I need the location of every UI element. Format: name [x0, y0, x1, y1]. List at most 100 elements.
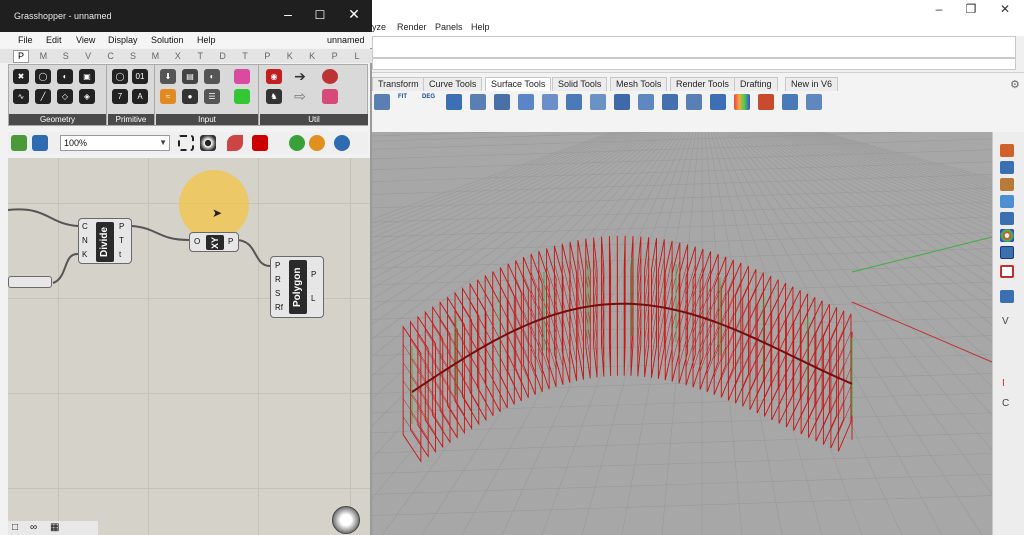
boolean-param-icon[interactable]: ◯ [112, 69, 128, 84]
curve-param-icon[interactable]: ∿ [13, 89, 29, 104]
input-port-plane[interactable]: P [275, 259, 283, 273]
eye-icon[interactable] [200, 135, 216, 151]
cherry-icon[interactable]: ◉ [266, 69, 282, 84]
gh-tab-c-4[interactable]: C [103, 51, 119, 61]
line-param-icon[interactable]: ╱ [35, 89, 51, 104]
restore-icon[interactable]: ❐ [956, 2, 986, 16]
integer-param-icon[interactable]: 01 [132, 69, 148, 84]
panel-input-icon[interactable]: ⬇ [160, 69, 176, 84]
gh-tab-k-13[interactable]: K [304, 51, 320, 61]
gh-menu-display[interactable]: Display [108, 35, 138, 45]
rebuild-icon[interactable] [446, 94, 462, 110]
gradient-input-icon[interactable] [234, 69, 250, 84]
tab-curve-tools[interactable]: Curve Tools [423, 77, 483, 91]
extend-icon[interactable] [518, 94, 534, 110]
input-port-o[interactable]: O [194, 235, 200, 249]
shrink-icon[interactable] [494, 94, 510, 110]
gh-canvas[interactable]: ➤ C N K Divide P T t O XY P P R S Rf Pol… [8, 158, 370, 535]
gh-close-icon[interactable]: ✕ [344, 6, 364, 23]
gh-tab-m-6[interactable]: M [147, 51, 163, 61]
zoom-extents-icon[interactable] [178, 135, 194, 151]
output-port-length[interactable]: L [311, 287, 316, 311]
gh-tab-m-1[interactable]: M [35, 51, 51, 61]
save-icon[interactable] [32, 135, 48, 151]
gh-tab-s-2[interactable]: S [58, 51, 74, 61]
output-port-t-lower[interactable]: t [119, 248, 124, 262]
rectangle-icon[interactable] [1000, 265, 1014, 278]
input-port-fillet[interactable]: Rf [275, 301, 283, 315]
gh-tab-v-3[interactable]: V [80, 51, 96, 61]
tab-mesh-tools[interactable]: Mesh Tools [610, 77, 668, 91]
input-port-c[interactable]: C [82, 220, 88, 234]
menu-panels[interactable]: Panels [435, 22, 463, 32]
output-port-polygon[interactable]: P [311, 263, 316, 287]
data-dam-icon[interactable]: ➔ [292, 69, 308, 84]
gh-maximize-icon[interactable]: ☐ [310, 8, 330, 22]
fillet-icon[interactable] [614, 94, 630, 110]
perspective-viewport[interactable] [372, 132, 992, 535]
navigation-widget-icon[interactable] [332, 506, 360, 534]
output-port-t[interactable]: T [119, 234, 124, 248]
chamfer-icon[interactable] [638, 94, 654, 110]
plane-param-icon[interactable]: ◈ [79, 89, 95, 104]
gh-tab-l-15[interactable]: L [349, 51, 365, 61]
gh-minimize-icon[interactable]: – [278, 6, 298, 22]
menu-help[interactable]: Help [471, 22, 490, 32]
minimize-icon[interactable]: – [924, 2, 954, 16]
pin-icon[interactable]: □ [12, 522, 18, 533]
galapagos-icon[interactable] [322, 69, 338, 84]
color-wheel-icon[interactable] [1000, 229, 1014, 242]
command-prompt[interactable] [372, 58, 1016, 70]
xy-plane-component[interactable]: O XY P [189, 232, 239, 252]
cluster-icon[interactable]: ♞ [266, 89, 282, 104]
blend-icon[interactable] [566, 94, 582, 110]
gh-tab-k-12[interactable]: K [282, 51, 298, 61]
gh-tab-t-10[interactable]: T [237, 51, 253, 61]
input-port-segments[interactable]: S [275, 287, 283, 301]
slider-input-icon[interactable]: ▤ [182, 69, 198, 84]
gh-menu-help[interactable]: Help [197, 35, 216, 45]
flask-icon[interactable] [322, 89, 338, 104]
layers-icon[interactable] [1000, 161, 1014, 174]
menu-render[interactable]: Render [397, 22, 427, 32]
curvature-icon[interactable] [758, 94, 774, 110]
tab-surface-tools[interactable]: Surface Tools [485, 77, 552, 91]
input-port-n[interactable]: N [82, 234, 88, 248]
output-port-p[interactable]: P [119, 220, 124, 234]
geometry-param-icon[interactable]: ✖ [13, 69, 29, 84]
gh-tab-p-11[interactable]: P [259, 51, 275, 61]
sketch-icon[interactable] [227, 135, 243, 151]
divide-component[interactable]: C N K Divide P T t [78, 218, 132, 264]
tab-drafting[interactable]: Drafting [734, 77, 778, 91]
named-views-icon[interactable] [1000, 212, 1014, 225]
zoom-select[interactable]: 100% ▼ [60, 135, 170, 151]
list-input-icon[interactable]: ☰ [204, 89, 220, 104]
output-port-p[interactable]: P [228, 235, 233, 249]
uv-icon[interactable] [470, 94, 486, 110]
degree-icon[interactable]: DEG [422, 94, 438, 110]
gh-tab-t-8[interactable]: T [192, 51, 208, 61]
gh-menu-file[interactable]: File [18, 35, 33, 45]
sweep-icon[interactable] [710, 94, 726, 110]
tab-transform[interactable]: Transform [372, 77, 425, 91]
flow-icon[interactable] [686, 94, 702, 110]
snap-icon[interactable] [1000, 290, 1014, 303]
folder-icon[interactable] [1000, 195, 1014, 208]
preview-icon[interactable] [252, 135, 268, 151]
image-sampler-icon[interactable] [234, 89, 250, 104]
gh-menu-solution[interactable]: Solution [151, 35, 184, 45]
surface-tool-icon[interactable] [374, 94, 390, 110]
camera-icon[interactable] [1000, 246, 1014, 259]
button-input-icon[interactable]: ● [182, 89, 198, 104]
display-icon[interactable] [1000, 178, 1014, 191]
relay-icon[interactable]: ⇨ [292, 89, 308, 104]
menu-analyze[interactable]: yze [372, 22, 386, 32]
tab-solid-tools[interactable]: Solid Tools [552, 77, 608, 91]
polygon-component[interactable]: P R S Rf Polygon P L [270, 256, 324, 318]
tab-new-in-v6[interactable]: New in V6 [785, 77, 839, 91]
gh-tab-p-0[interactable]: P [13, 50, 29, 63]
preview-wire-icon[interactable] [289, 135, 305, 151]
unroll-icon[interactable] [662, 94, 678, 110]
gh-tab-d-9[interactable]: D [215, 51, 231, 61]
input-port-radius[interactable]: R [275, 273, 283, 287]
